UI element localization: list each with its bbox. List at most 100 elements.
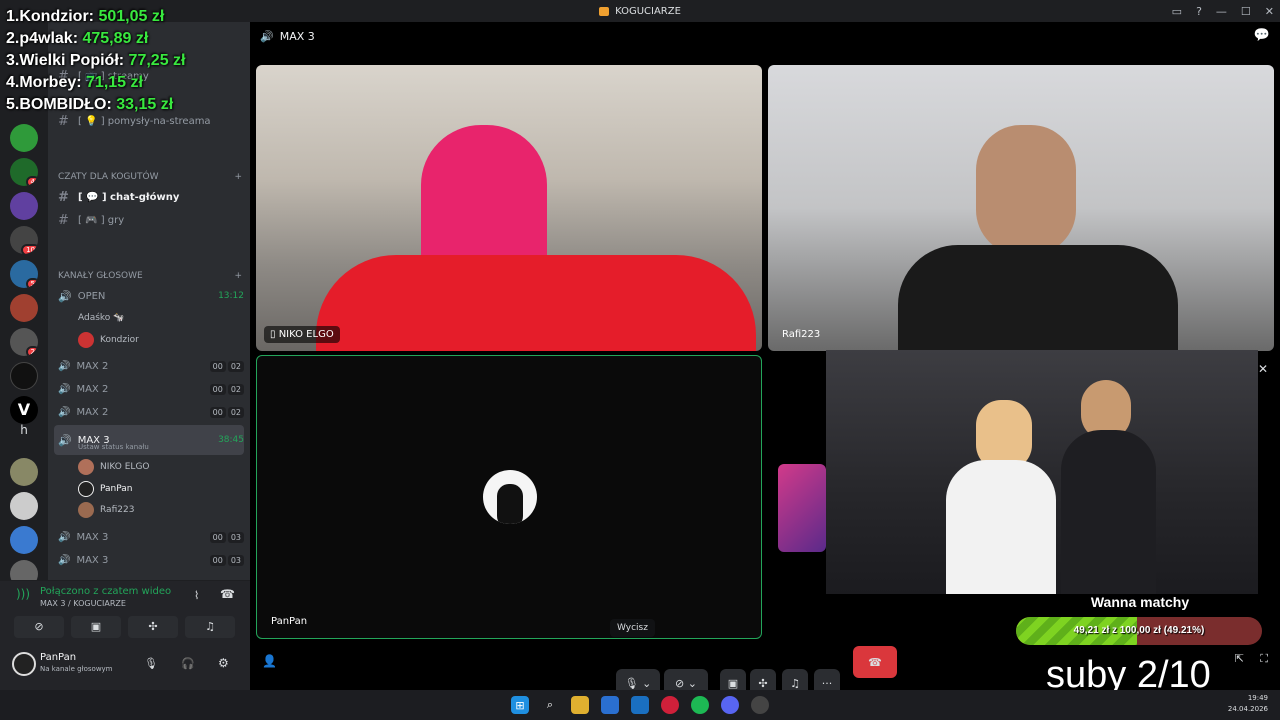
voice-channel-max2[interactable]: 🔊 MAX 2 00 02: [54, 356, 244, 376]
avatar[interactable]: [12, 652, 36, 676]
system-clock[interactable]: 19:49 24.04.2026: [1228, 693, 1268, 715]
streamer-camera: [826, 350, 1258, 594]
server-icon-6[interactable]: [10, 294, 38, 322]
search-icon[interactable]: ⌕: [541, 696, 559, 714]
server-icon-h[interactable]: h: [10, 416, 38, 444]
signal-icon: ))): [16, 587, 31, 601]
app-icon[interactable]: [751, 696, 769, 714]
server-icon-3[interactable]: [10, 192, 38, 220]
soundboard-button[interactable]: ♫: [185, 616, 235, 638]
ranking-row: 3.Wielki Popiół: 77,25 zł: [6, 52, 186, 69]
voice-channel-max2[interactable]: 🔊 MAX 2 00 02: [54, 402, 244, 422]
add-channel-icon[interactable]: +: [234, 172, 242, 182]
server-icon-2[interactable]: 4: [10, 158, 38, 186]
server-icon-8[interactable]: [10, 458, 38, 486]
disconnect-icon[interactable]: ☎: [220, 587, 235, 601]
channel-gry[interactable]: #[ 🎮 ] gry: [58, 210, 242, 230]
tile-name-tag: ▯ NIKO ELGO: [264, 326, 340, 343]
category-voice[interactable]: KANAŁY GŁOSOWE +: [58, 271, 242, 281]
spotify-icon[interactable]: [691, 696, 709, 714]
video-tile-niko[interactable]: ▯ NIKO ELGO: [256, 65, 762, 351]
connection-status: Połączono z czatem wideo: [40, 586, 172, 597]
voice-channel-max3[interactable]: 🔊 MAX 3 00 03: [54, 527, 244, 547]
avatar: [78, 332, 94, 348]
server-icon-club[interactable]: [10, 362, 38, 390]
hash-icon: #: [58, 212, 69, 228]
channel-status[interactable]: Ustaw status kanału: [78, 443, 149, 451]
server-icon-5[interactable]: 5: [10, 260, 38, 288]
voice-member[interactable]: Rafi223: [78, 500, 242, 520]
settings-icon[interactable]: ⚙: [218, 656, 229, 670]
connection-location[interactable]: MAX 3 / KOGUCIARZE: [40, 599, 126, 608]
voice-channel-max3[interactable]: 🔊 MAX 3 00 03: [54, 550, 244, 570]
screen-share-button[interactable]: ▣: [71, 616, 121, 638]
voice-member[interactable]: Adaśko 🐄: [78, 308, 242, 328]
taskbar: ⊞ ⌕: [0, 690, 1280, 720]
outlook-icon[interactable]: [631, 696, 649, 714]
category-chats[interactable]: CZATY DLA KOGUTÓW +: [58, 172, 242, 182]
video-subject: [1061, 430, 1156, 594]
speaker-icon: 🔊: [58, 554, 71, 566]
server-icon-7[interactable]: 2: [10, 328, 38, 356]
hash-icon: #: [58, 189, 69, 205]
stage-channel-name: MAX 3: [279, 30, 315, 43]
leave-call-button[interactable]: ☎: [853, 646, 897, 678]
video-tile-rafi[interactable]: Rafi223: [768, 65, 1274, 351]
ranking-row: 5.BOMBIDŁO: 33,15 zł: [6, 96, 174, 113]
discord-icon[interactable]: [721, 696, 739, 714]
video-stage: 🔊 MAX 3 💬 ▯ NIKO ELGO Rafi223 PanPan ✕ W…: [250, 22, 1280, 697]
donation-ranking: 1.Kondzior: 501,05 zł 2.p4wlak: 475,89 z…: [6, 6, 185, 116]
ranking-row: 2.p4wlak: 475,89 zł: [6, 30, 149, 47]
add-channel-icon[interactable]: +: [234, 271, 242, 281]
server-icon-4[interactable]: 10: [10, 226, 38, 254]
activities-button[interactable]: ✣: [128, 616, 178, 638]
close-icon[interactable]: ✕: [1258, 362, 1268, 376]
close-button[interactable]: ✕: [1265, 5, 1274, 18]
speaker-icon: 🔊: [58, 433, 72, 447]
ranking-row: 1.Kondzior: 501,05 zł: [6, 8, 165, 25]
server-icon: [599, 6, 610, 16]
server-icon-10[interactable]: [10, 526, 38, 554]
server-icon-1[interactable]: [10, 124, 38, 152]
voice-channel-open[interactable]: 🔊 OPEN 13:12: [54, 286, 244, 306]
speaker-icon: 🔊: [58, 531, 71, 543]
headphones-icon[interactable]: 🎧: [181, 657, 195, 670]
help-icon[interactable]: ?: [1196, 5, 1202, 18]
screen-share-icon: ▣: [727, 676, 739, 690]
video-subject: [316, 255, 756, 351]
inbox-icon[interactable]: ▭: [1172, 5, 1182, 18]
voice-channel-max2[interactable]: 🔊 MAX 2 00 02: [54, 379, 244, 399]
video-subject: [976, 125, 1076, 255]
microphone-icon[interactable]: 🎙: [144, 657, 158, 670]
store-icon[interactable]: [601, 696, 619, 714]
tile-name-tag: Rafi223: [782, 329, 821, 340]
voice-member[interactable]: NIKO ELGO: [78, 457, 242, 477]
add-person-icon[interactable]: 👤: [262, 654, 277, 668]
speaker-icon: 🔊: [58, 383, 71, 395]
video-tile-panpan[interactable]: PanPan: [256, 355, 762, 639]
opera-icon[interactable]: [661, 696, 679, 714]
fullscreen-icon[interactable]: ⛶: [1260, 652, 1268, 666]
stream-thumbnail[interactable]: [778, 464, 826, 552]
server-icon-9[interactable]: [10, 492, 38, 520]
file-explorer-icon[interactable]: [571, 696, 589, 714]
tooltip: Wycisz: [610, 619, 655, 637]
windows-start-icon[interactable]: ⊞: [511, 696, 529, 714]
chat-icon[interactable]: 💬: [1254, 28, 1270, 43]
noise-suppression-icon[interactable]: ⌇: [194, 589, 199, 602]
avatar: [78, 459, 94, 475]
popout-icon[interactable]: ⇱: [1235, 652, 1244, 665]
user-name: PanPan: [40, 652, 77, 663]
voice-member[interactable]: PanPan: [78, 479, 242, 499]
voice-member[interactable]: Kondzior: [78, 330, 242, 350]
user-panel: PanPan Na kanale głosowym 🎙 🎧 ⚙: [0, 640, 250, 690]
minimize-button[interactable]: —: [1216, 5, 1227, 18]
goal-progress-bar: 49,21 zł z 100,00 zł (49.21%): [1016, 617, 1262, 645]
channel-chat-glowny[interactable]: #[ 💬 ] chat-główny: [58, 187, 242, 207]
maximize-button[interactable]: ☐: [1241, 5, 1251, 18]
avatar: [483, 470, 537, 524]
camera-off-button[interactable]: ⊘: [14, 616, 64, 638]
tile-name-tag: PanPan: [271, 616, 308, 627]
more-icon: ···: [821, 676, 833, 690]
speaker-icon: 🔊: [260, 30, 274, 43]
